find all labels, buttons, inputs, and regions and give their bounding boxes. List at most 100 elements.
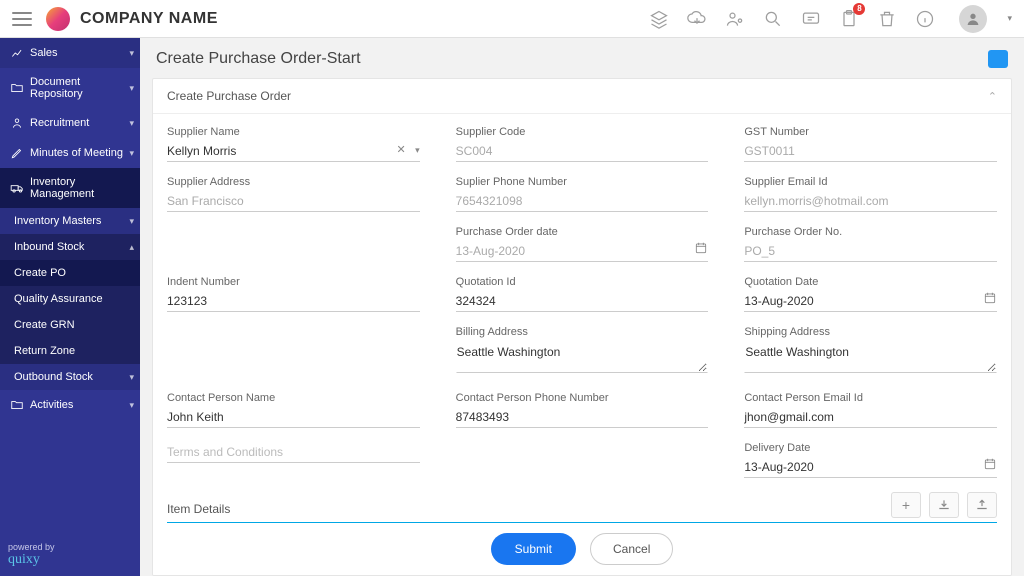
quotation-input[interactable] bbox=[456, 291, 709, 312]
label-shipping: Shipping Address bbox=[744, 326, 997, 338]
label-contact-phone: Contact Person Phone Number bbox=[456, 392, 709, 404]
sidebar-label: Inventory Management bbox=[30, 176, 132, 200]
label-billing: Billing Address bbox=[456, 326, 709, 338]
delivery-date-input[interactable] bbox=[744, 457, 997, 478]
sidebar-item-recruitment[interactable]: Recruitment bbox=[0, 108, 140, 138]
cancel-button[interactable]: Cancel bbox=[590, 533, 673, 565]
sidebar-label: Inventory Masters bbox=[14, 215, 101, 227]
clear-icon[interactable]: ✕ bbox=[396, 143, 405, 156]
indent-input[interactable] bbox=[167, 291, 420, 312]
item-details-label: Item Details bbox=[167, 502, 230, 516]
download-button[interactable] bbox=[929, 492, 959, 518]
chat-icon[interactable] bbox=[988, 50, 1008, 68]
terms-input[interactable] bbox=[167, 442, 420, 463]
label-supplier-name: Supplier Name bbox=[167, 126, 420, 138]
sidebar-sub-outbound[interactable]: Outbound Stock bbox=[0, 364, 140, 390]
supplier-code-input bbox=[456, 141, 709, 162]
sidebar-item-document-repository[interactable]: Document Repository bbox=[0, 68, 140, 108]
gst-input bbox=[744, 141, 997, 162]
panel-title: Create Purchase Order bbox=[167, 89, 291, 103]
label-gst: GST Number bbox=[744, 126, 997, 138]
user-avatar[interactable] bbox=[959, 5, 987, 33]
sidebar-label: Create PO bbox=[14, 267, 66, 279]
label-po-no: Purchase Order No. bbox=[744, 226, 997, 238]
shipping-input[interactable] bbox=[744, 341, 997, 373]
form-footer: Submit Cancel bbox=[153, 523, 1011, 575]
contact-name-input[interactable] bbox=[167, 407, 420, 428]
layers-icon[interactable] bbox=[649, 9, 669, 29]
phone-input bbox=[456, 191, 709, 212]
sidebar-label: Recruitment bbox=[30, 117, 89, 129]
header-toolbar: 8 ▾ bbox=[649, 5, 1012, 33]
upload-button[interactable] bbox=[967, 492, 997, 518]
sidebar-item-activities[interactable]: Activities bbox=[0, 390, 140, 420]
trash-icon[interactable] bbox=[877, 9, 897, 29]
contact-email-input[interactable] bbox=[744, 407, 997, 428]
label-quotation: Quotation Id bbox=[456, 276, 709, 288]
sidebar-sub-create-po[interactable]: Create PO bbox=[0, 260, 140, 286]
label-po-date: Purchase Order date bbox=[456, 226, 709, 238]
chevron-down-icon[interactable]: ▾ bbox=[415, 145, 420, 156]
sidebar-item-inventory[interactable]: Inventory Management bbox=[0, 168, 140, 208]
supplier-name-input[interactable] bbox=[167, 141, 420, 162]
form-panel: Create Purchase Order ⌃ Supplier Name ✕ … bbox=[152, 78, 1012, 576]
chevron-down-icon[interactable]: ▾ bbox=[1007, 13, 1012, 24]
logo-icon bbox=[46, 7, 70, 31]
item-toolbar: + bbox=[891, 492, 997, 518]
label-delivery-date: Delivery Date bbox=[744, 442, 997, 454]
clipboard-icon[interactable]: 8 bbox=[839, 9, 859, 29]
email-input bbox=[744, 191, 997, 212]
folder-icon bbox=[10, 81, 24, 95]
sidebar-label: Minutes of Meeting bbox=[30, 147, 123, 159]
search-icon[interactable] bbox=[763, 9, 783, 29]
add-row-button[interactable]: + bbox=[891, 492, 921, 518]
sidebar-sub-masters[interactable]: Inventory Masters bbox=[0, 208, 140, 234]
label-contact-email: Contact Person Email Id bbox=[744, 392, 997, 404]
label-supplier-code: Supplier Code bbox=[456, 126, 709, 138]
calendar-icon[interactable] bbox=[694, 241, 708, 255]
sidebar-item-sales[interactable]: Sales bbox=[0, 38, 140, 68]
calendar-icon[interactable] bbox=[983, 457, 997, 471]
sidebar-sub-grn[interactable]: Create GRN bbox=[0, 312, 140, 338]
sidebar: Sales Document Repository Recruitment Mi… bbox=[0, 38, 140, 576]
collapse-icon[interactable]: ⌃ bbox=[988, 90, 997, 103]
label-quotation-date: Quotation Date bbox=[744, 276, 997, 288]
pencil-icon bbox=[10, 146, 24, 160]
label-address: Supplier Address bbox=[167, 176, 420, 188]
contact-phone-input[interactable] bbox=[456, 407, 709, 428]
sidebar-label: Return Zone bbox=[14, 345, 75, 357]
billing-input[interactable] bbox=[456, 341, 709, 373]
sidebar-label: Outbound Stock bbox=[14, 371, 93, 383]
quotation-date-input[interactable] bbox=[744, 291, 997, 312]
label-email: Supplier Email Id bbox=[744, 176, 997, 188]
powered-by: powered byquixy bbox=[8, 542, 55, 568]
po-date-input bbox=[456, 241, 709, 262]
folder-icon bbox=[10, 398, 24, 412]
hamburger-icon[interactable] bbox=[12, 12, 32, 26]
truck-icon bbox=[10, 181, 24, 195]
sidebar-item-minutes[interactable]: Minutes of Meeting bbox=[0, 138, 140, 168]
table-header: Serial Number Item Name Item Number Quan… bbox=[167, 522, 997, 523]
sidebar-label: Activities bbox=[30, 399, 73, 411]
sidebar-label: Create GRN bbox=[14, 319, 75, 331]
sidebar-sub-inbound[interactable]: Inbound Stock bbox=[0, 234, 140, 260]
app-header: COMPANY NAME 8 ▾ bbox=[0, 0, 1024, 38]
submit-button[interactable]: Submit bbox=[491, 533, 576, 565]
calendar-icon[interactable] bbox=[983, 291, 997, 305]
sidebar-label: Sales bbox=[30, 47, 58, 59]
page-title-bar: Create Purchase Order-Start bbox=[140, 38, 1024, 74]
label-contact-name: Contact Person Name bbox=[167, 392, 420, 404]
form-body: Supplier Name ✕ ▾ Supplier Code GST Numb… bbox=[153, 114, 1011, 523]
sidebar-label: Inbound Stock bbox=[14, 241, 84, 253]
cloud-download-icon[interactable] bbox=[687, 9, 707, 29]
message-icon[interactable] bbox=[801, 9, 821, 29]
people-gear-icon[interactable] bbox=[725, 9, 745, 29]
panel-header: Create Purchase Order ⌃ bbox=[153, 79, 1011, 114]
address-input bbox=[167, 191, 420, 212]
sidebar-sub-qa[interactable]: Quality Assurance bbox=[0, 286, 140, 312]
label-indent: Indent Number bbox=[167, 276, 420, 288]
sidebar-label: Document Repository bbox=[30, 76, 132, 100]
info-icon[interactable] bbox=[915, 9, 935, 29]
page-title: Create Purchase Order-Start bbox=[156, 50, 361, 68]
sidebar-sub-return[interactable]: Return Zone bbox=[0, 338, 140, 364]
